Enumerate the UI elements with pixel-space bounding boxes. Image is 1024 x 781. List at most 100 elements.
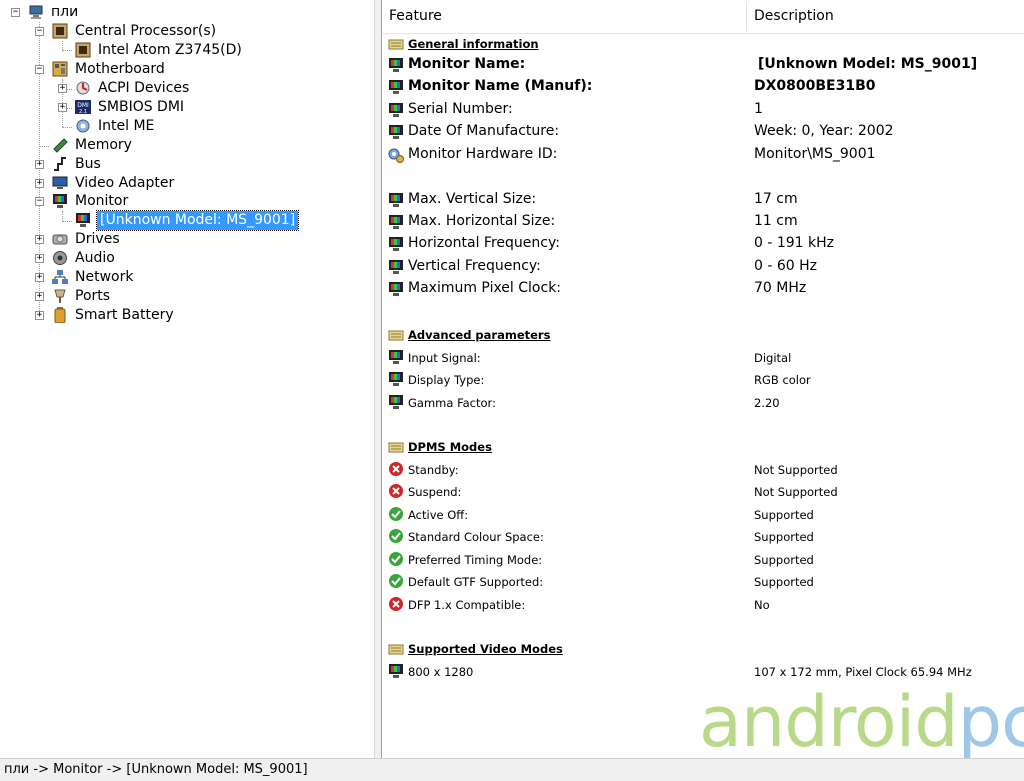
expand-toggle[interactable]: + <box>35 235 44 244</box>
status-bar: пли -> Monitor -> [Unknown Model: MS_900… <box>0 758 1024 781</box>
collapse-toggle[interactable]: − <box>35 65 44 74</box>
battery-icon <box>54 307 66 323</box>
section-video-modes[interactable]: Supported Video Modes <box>382 638 1024 660</box>
svg-text:2.1: 2.1 <box>79 109 87 115</box>
row-feature: Suspend: <box>408 485 462 499</box>
tree-item-label: Central Processor(s) <box>75 23 217 39</box>
row-feature: Serial Number: <box>408 101 513 117</box>
section-title: Supported Video Modes <box>408 642 563 656</box>
display-icon <box>52 176 68 189</box>
column-header-description[interactable]: Description <box>754 8 834 24</box>
monitor-icon <box>389 237 403 251</box>
watermark-accent: pc <box>957 681 1024 758</box>
expand-toggle[interactable]: + <box>35 179 44 188</box>
row-value: No <box>754 598 770 612</box>
list-row-vertical-frequency[interactable]: Vertical Frequency: 0 - 60 Hz <box>382 256 1024 278</box>
monitor-icon <box>389 350 403 364</box>
row-feature: Active Off: <box>408 508 469 522</box>
port-icon <box>54 289 66 303</box>
list-row-preferred-timing-mode[interactable]: Preferred Timing Mode: Supported <box>382 548 1024 570</box>
section-dpms[interactable]: DPMS Modes <box>382 436 1024 458</box>
row-value: Monitor\MS_9001 <box>754 146 876 162</box>
list-row-monitor-name[interactable]: Monitor Name: [Unknown Model: MS_9001] <box>382 54 1024 76</box>
pane-splitter[interactable] <box>374 0 382 758</box>
list-row-max-vertical-size[interactable]: Max. Vertical Size: 17 cm <box>382 189 1024 211</box>
svg-text:DMI: DMI <box>77 102 89 109</box>
cpu-icon <box>75 42 91 58</box>
expand-toggle[interactable]: + <box>58 84 67 93</box>
list-row-video-mode[interactable]: 800 x 1280 107 x 172 mm, Pixel Clock 65.… <box>382 660 1024 682</box>
list-row-date-of-manufacture[interactable]: Date Of Manufacture: Week: 0, Year: 2002 <box>382 121 1024 143</box>
memory-icon <box>53 138 68 153</box>
row-value: Supported <box>754 575 814 589</box>
list-row-max-pixel-clock[interactable]: Maximum Pixel Clock: 70 MHz <box>382 278 1024 300</box>
drive-icon <box>52 234 68 245</box>
error-icon <box>389 462 403 476</box>
section-icon <box>388 39 404 50</box>
row-feature: Default GTF Supported: <box>408 575 544 589</box>
collapse-toggle[interactable]: − <box>11 8 20 17</box>
row-value: 0 - 60 Hz <box>754 258 817 274</box>
list-row-monitor-name-manuf[interactable]: Monitor Name (Manuf): DX0800BE31B0 <box>382 76 1024 98</box>
monitor-icon <box>76 213 90 227</box>
row-value: Not Supported <box>754 463 838 477</box>
tree-guide-line <box>39 146 49 147</box>
column-header-feature[interactable]: Feature <box>389 8 442 24</box>
tree-item-label: Smart Battery <box>75 307 174 323</box>
device-tree[interactable]: − пли − Central Processor(s) Intel Atom … <box>0 0 374 758</box>
section-general[interactable]: General information <box>382 33 1024 55</box>
list-row-display-type[interactable]: Display Type: RGB color <box>382 368 1024 390</box>
check-icon <box>389 507 403 521</box>
list-row-standby[interactable]: Standby: Not Supported <box>382 458 1024 480</box>
bus-icon <box>54 157 66 171</box>
section-icon <box>388 330 404 341</box>
error-icon <box>389 597 403 611</box>
error-icon <box>389 484 403 498</box>
row-value: Supported <box>754 530 814 544</box>
collapse-toggle[interactable]: − <box>35 197 44 206</box>
tree-item-label: Memory <box>75 137 132 153</box>
row-feature: Preferred Timing Mode: <box>408 553 543 567</box>
expand-toggle[interactable]: + <box>35 160 44 169</box>
check-icon <box>389 574 403 588</box>
row-feature: Monitor Name: <box>408 56 526 72</box>
section-advanced[interactable]: Advanced parameters <box>382 324 1024 346</box>
tree-guide-line <box>62 211 63 221</box>
expand-toggle[interactable]: + <box>35 254 44 263</box>
tree-item-label: Audio <box>75 250 115 266</box>
list-row-dfp-compatible[interactable]: DFP 1.x Compatible: No <box>382 593 1024 615</box>
cpu-icon <box>52 23 68 39</box>
column-divider[interactable] <box>746 2 747 31</box>
expand-toggle[interactable]: + <box>35 292 44 301</box>
section-title: DPMS Modes <box>408 440 492 454</box>
monitor-icon <box>389 58 403 72</box>
expand-toggle[interactable]: + <box>35 311 44 320</box>
list-row-max-horizontal-size[interactable]: Max. Horizontal Size: 11 cm <box>382 211 1024 233</box>
audio-icon <box>53 251 67 265</box>
network-icon <box>52 270 68 284</box>
list-row-horizontal-frequency[interactable]: Horizontal Frequency: 0 - 191 kHz <box>382 233 1024 255</box>
row-feature: Date Of Manufacture: <box>408 123 560 139</box>
list-row-hardware-id[interactable]: Monitor Hardware ID: Monitor\MS_9001 <box>382 144 1024 166</box>
tree-item-label: Intel ME <box>98 118 155 134</box>
expand-toggle[interactable]: + <box>35 273 44 282</box>
check-icon <box>389 552 403 566</box>
row-value: 17 cm <box>754 191 798 207</box>
row-value: Not Supported <box>754 485 838 499</box>
list-row-standard-colour-space[interactable]: Standard Colour Space: Supported <box>382 525 1024 547</box>
row-feature: Max. Vertical Size: <box>408 191 537 207</box>
monitor-icon <box>53 194 67 208</box>
row-feature: Standby: <box>408 463 459 477</box>
list-row-active-off[interactable]: Active Off: Supported <box>382 503 1024 525</box>
list-row-suspend[interactable]: Suspend: Not Supported <box>382 480 1024 502</box>
expand-toggle[interactable]: + <box>58 103 67 112</box>
list-row-gamma-factor[interactable]: Gamma Factor: 2.20 <box>382 391 1024 413</box>
collapse-toggle[interactable]: − <box>35 27 44 36</box>
androidpc-watermark: androidpc <box>699 687 1024 757</box>
monitor-icon <box>389 664 403 678</box>
list-row-serial-number[interactable]: Serial Number: 1 <box>382 99 1024 121</box>
tree-item-label: Monitor <box>75 193 129 209</box>
row-value: Supported <box>754 508 814 522</box>
list-row-input-signal[interactable]: Input Signal: Digital <box>382 346 1024 368</box>
list-row-default-gtf[interactable]: Default GTF Supported: Supported <box>382 570 1024 592</box>
